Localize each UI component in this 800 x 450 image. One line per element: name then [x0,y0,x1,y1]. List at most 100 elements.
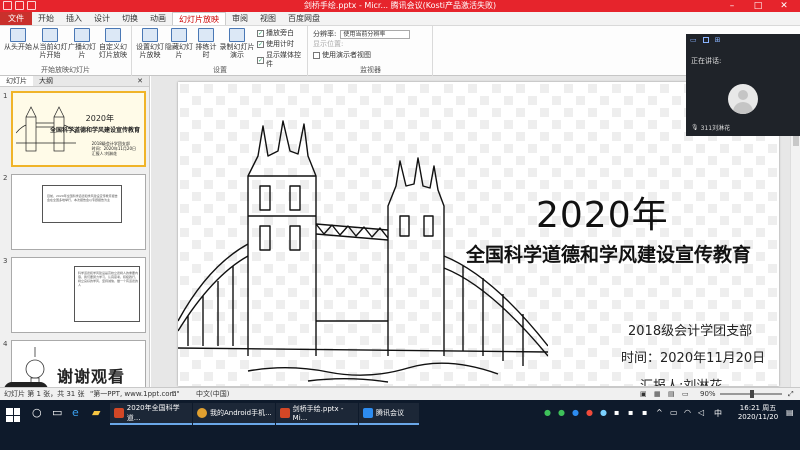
thumb-thanks-text: 谢谢观看 [57,367,126,386]
tab-transitions[interactable]: 切换 [116,12,144,25]
file-explorer-icon[interactable]: ▰ [92,406,100,419]
clock-date: 2020/11/20 [737,413,779,421]
avatar[interactable] [728,84,758,114]
tray-app-icon[interactable]: ▪ [642,408,647,417]
taskbar-item-android-phone[interactable]: 我的Android手机... [193,403,275,425]
slide-main-title: 全国科学道德和学风建设宣传教育 [466,244,752,266]
custom-show-icon [105,28,121,42]
slide-thumbnail-1[interactable]: 2020年 全国科学道德和学风建设宣传教育 2018级会计学团支部 时间：202… [11,91,146,167]
checkmark-icon: ✓ [257,41,264,48]
tray-app-icon[interactable]: ▪ [628,408,633,417]
app-tray-icon[interactable]: ● [600,408,607,417]
use-timings-checkbox[interactable]: ✓ 使用计时 [257,40,294,49]
windows-start-icon[interactable] [6,408,20,422]
show-on-label: 显示位置: [313,40,344,48]
system-clock[interactable]: 16:21 周五 2020/11/20 [735,404,781,422]
custom-show-button[interactable]: 自定义幻灯片放映 [96,28,130,59]
from-current-slide-button[interactable]: 从当前幻灯片开始 [32,28,68,59]
ribbon: 从头开始 从当前幻灯片开始 广播幻灯片 自定义幻灯片放映 开始放映幻灯片 设置幻… [0,26,800,76]
search-icon[interactable]: ○ [32,406,42,419]
resolution-row: 分辨率: 使用当前分辨率 [313,29,411,39]
volume-icon[interactable]: ◁ [698,408,704,417]
taskbar-item-presentation[interactable]: 2020年全国科学道... [110,403,192,425]
tab-review[interactable]: 审阅 [226,12,254,25]
taskbar-item-tencent-meeting[interactable]: 腾讯会议 [359,403,419,425]
task-view-icon[interactable]: ▭ [52,406,62,419]
maximize-button[interactable]: □ [745,0,771,12]
notifications-icon[interactable]: ▤ [786,408,794,417]
tab-design[interactable]: 设计 [88,12,116,25]
tab-animations[interactable]: 动画 [144,12,172,25]
slide-sorter-icon[interactable]: ▦ [654,388,661,400]
resolution-label: 分辨率: [313,30,337,38]
slide-year-heading: 2020年 [536,195,669,236]
spellcheck-icon[interactable]: ⎕ [172,388,176,400]
minimize-button[interactable]: – [719,0,745,12]
play-narrations-label: 播放旁白 [266,29,294,37]
slideshow-view-icon[interactable]: ▭ [682,388,689,400]
edge-icon[interactable]: e [72,406,79,419]
thumb-title: 全国科学道德和学风建设宣传教育 [49,127,140,134]
setup-show-button[interactable]: 设置幻灯片放映 [135,28,165,59]
group-label-start-show: 开始放映幻灯片 [41,66,90,74]
meeting-overlay[interactable]: ▭ ⊞ 正在讲话: 🎙 311刘淋花 [686,34,800,136]
slide-thumbnail-4[interactable]: 谢谢观看 [11,340,146,387]
slide-date: 时间：2020年11月20日 [621,351,766,366]
grid-icon[interactable]: ⊞ [715,36,721,44]
microphone-icon: 🎙 [691,124,699,131]
hide-slide-button[interactable]: 隐藏幻灯片 [165,28,193,59]
battery-icon[interactable]: ▭ [670,408,678,417]
rehearse-timings-button[interactable]: 排练计时 [193,28,219,59]
tab-baidu-netdisk[interactable]: 百度网盘 [282,12,326,25]
close-button[interactable]: ✕ [771,0,797,12]
chevron-up-icon[interactable]: ^ [656,408,663,417]
tray-app-icon[interactable]: ▪ [614,408,619,417]
slide-reporter: 汇报人:刘淋花 [640,375,722,386]
wechat-icon[interactable]: ● [544,408,551,417]
resolution-select[interactable]: 使用当前分辨率 [340,29,411,39]
show-on-row[interactable]: 显示位置: [313,40,343,49]
tab-file[interactable]: 文件 [0,12,32,25]
app-tray-icon[interactable]: ● [586,408,593,417]
qq-icon[interactable]: ● [572,408,579,417]
fullscreen-icon[interactable] [702,37,709,43]
tab-home[interactable]: 开始 [32,12,60,25]
group-label-monitors: 监视器 [360,66,381,74]
slide-thumbnail-3[interactable]: 科学道德和学风建设是高校立德树人的重要内容，我们要努力学习，认真思考，积极践行，… [11,257,146,333]
tab-outline[interactable]: 大纲 [33,76,59,86]
zoom-level[interactable]: 90% [700,388,716,400]
thumb-year: 2020年 [85,114,114,123]
wechat-icon[interactable]: ● [558,408,565,417]
fit-to-window-icon[interactable]: ⤢ [788,388,794,400]
broadcast-button[interactable]: 广播幻灯片 [68,28,96,59]
taskbar-item-label: 2020年全国科学道... [126,404,180,422]
tab-view[interactable]: 视图 [254,12,282,25]
slide-thumbnail-2[interactable]: 目前，2020年全国科学道德和学风建设宣传教育报告会在全国多地举行，本次报告会以… [11,174,146,250]
reading-view-icon[interactable]: ▤ [668,388,675,400]
broadcast-label: 广播幻灯片 [68,43,96,59]
group-setup: 设置幻灯片放映 隐藏幻灯片 排练计时 录制幻灯片演示 ✓ 播放旁白 ✓ 使用计时… [133,26,308,76]
from-beginning-label: 从头开始 [4,43,32,51]
presenter-view-checkbox[interactable]: 使用演示者视图 [313,51,371,60]
wifi-icon[interactable]: ◠ [684,408,691,417]
window-title: 剑桥手绘.pptx - Micr... 腾讯会议(Kosti产品激活失败) [303,1,497,10]
input-method-indicator[interactable]: 中 [714,408,722,419]
zoom-slider-handle[interactable] [750,390,754,398]
close-pane-icon[interactable]: ✕ [131,76,149,86]
language-indicator[interactable]: 中文(中国) [196,388,229,400]
ribbon-tabs: 文件 开始 插入 设计 切换 动画 幻灯片放映 审阅 视图 百度网盘 [0,12,800,26]
thumb-reporter: 汇报人:刘淋花 [91,151,117,156]
title-bar: 剑桥手绘.pptx - Micr... 腾讯会议(Kosti产品激活失败) – … [0,0,800,12]
record-show-button[interactable]: 录制幻灯片演示 [219,28,255,59]
participant-name: 🎙 311刘淋花 [691,123,730,132]
powerpoint-icon [114,408,124,418]
thumb-text-card: 科学道德和学风建设是高校立德树人的重要内容，我们要努力学习，认真思考，积极践行，… [74,266,140,322]
tab-insert[interactable]: 插入 [60,12,88,25]
play-narrations-checkbox[interactable]: ✓ 播放旁白 [257,29,294,38]
taskbar-item-sketch-pptx[interactable]: 剑桥手绘.pptx - Mi... [276,403,358,425]
normal-view-icon[interactable]: ▣ [640,388,647,400]
tab-slides[interactable]: 幻灯片 [0,76,33,86]
tab-slide-show[interactable]: 幻灯片放映 [172,12,226,25]
window-icon[interactable]: ▭ [690,36,697,44]
from-beginning-button[interactable]: 从头开始 [0,28,36,51]
